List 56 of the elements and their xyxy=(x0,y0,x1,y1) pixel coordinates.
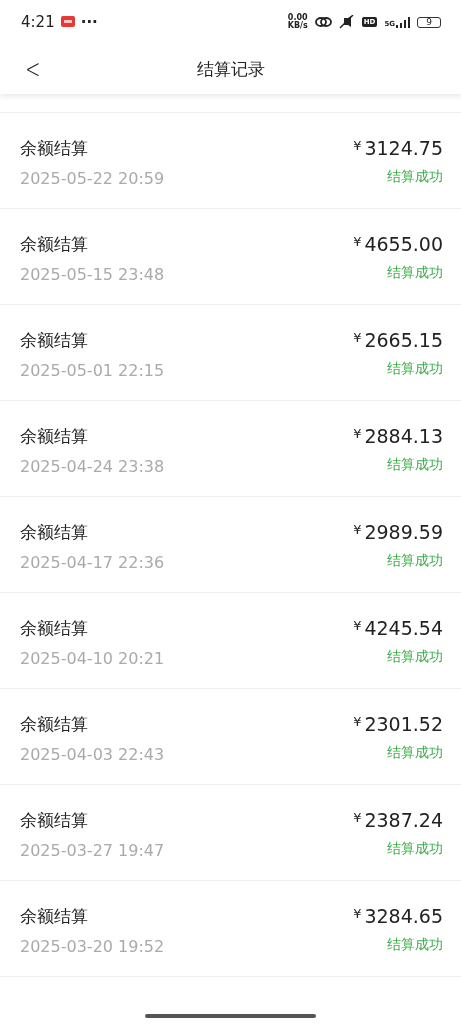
record-title: 余额结算 xyxy=(20,329,89,352)
app-notification-icon xyxy=(60,15,75,29)
record-title: 余额结算 xyxy=(20,425,89,448)
record-amount: ¥4245.54 xyxy=(353,617,443,639)
record-amount: ¥2989.59 xyxy=(353,521,443,543)
record-title: 余额结算 xyxy=(20,137,89,160)
record-time: 2025-04-24 23:38 xyxy=(20,457,165,476)
page-title: 结算记录 xyxy=(196,57,265,81)
record-status: 结算成功 xyxy=(387,168,443,186)
record-row[interactable]: 余额结算 2025-03-27 19:47 ¥2387.24 结算成功 xyxy=(0,785,461,881)
link-icon xyxy=(314,16,332,28)
record-time: 2025-03-20 19:52 xyxy=(20,937,165,956)
record-row[interactable]: 余额结算 2025-03-20 19:52 ¥3284.65 结算成功 xyxy=(0,881,461,977)
record-status: 结算成功 xyxy=(387,360,443,378)
record-amount: ¥2301.52 xyxy=(353,713,443,735)
record-row[interactable]: 余额结算 2025-04-17 22:36 ¥2989.59 结算成功 xyxy=(0,497,461,593)
record-row[interactable]: 余额结算 2025-04-03 22:43 ¥2301.52 结算成功 xyxy=(0,689,461,785)
record-row[interactable]: 余额结算 2025-05-22 20:59 ¥3124.75 结算成功 xyxy=(0,113,461,209)
more-notifications: ··· xyxy=(80,13,98,31)
record-amount: ¥2884.13 xyxy=(353,425,443,447)
record-amount: ¥3124.75 xyxy=(353,137,443,159)
record-row[interactable]: 余额结算 2025-05-01 22:15 ¥2665.15 结算成功 xyxy=(0,305,461,401)
back-button[interactable]: < xyxy=(22,54,44,84)
mute-icon xyxy=(338,15,355,29)
record-amount: ¥3284.65 xyxy=(353,905,443,927)
network-speed: 0.00 KB/s xyxy=(287,14,308,30)
record-row[interactable]: 余额结算 2025-04-10 20:21 ¥4245.54 结算成功 xyxy=(0,593,461,689)
record-status: 结算成功 xyxy=(387,552,443,570)
record-time: 2025-04-10 20:21 xyxy=(20,649,165,668)
record-time: 2025-05-22 20:59 xyxy=(20,169,165,188)
record-status: 结算成功 xyxy=(387,744,443,762)
record-status: 结算成功 xyxy=(387,840,443,858)
record-row[interactable]: 余额结算 2025-05-15 23:48 ¥4655.00 结算成功 xyxy=(0,209,461,305)
record-title: 余额结算 xyxy=(20,905,89,928)
clock: 4:21 xyxy=(21,13,55,31)
record-time: 2025-04-03 22:43 xyxy=(20,745,165,764)
record-status: 结算成功 xyxy=(387,264,443,282)
record-row[interactable]: 余额结算 2025-04-24 23:38 ¥2884.13 结算成功 xyxy=(0,401,461,497)
record-title: 余额结算 xyxy=(20,617,89,640)
record-time: 2025-04-17 22:36 xyxy=(20,553,165,572)
record-title: 余额结算 xyxy=(20,521,89,544)
home-indicator[interactable] xyxy=(145,1014,316,1018)
record-status: 结算成功 xyxy=(387,648,443,666)
record-title: 余额结算 xyxy=(20,809,89,832)
record-title: 余额结算 xyxy=(20,713,89,736)
record-time: 2025-05-01 22:15 xyxy=(20,361,165,380)
record-time: 2025-05-15 23:48 xyxy=(20,265,165,284)
record-status: 结算成功 xyxy=(387,936,443,954)
record-time: 2025-03-27 19:47 xyxy=(20,841,165,860)
record-amount: ¥2665.15 xyxy=(353,329,443,351)
record-title: 余额结算 xyxy=(20,233,89,256)
signal-icon xyxy=(396,16,410,28)
battery-indicator: 9 xyxy=(417,16,441,28)
record-status: 结算成功 xyxy=(387,456,443,474)
record-amount: ¥2387.24 xyxy=(353,809,443,831)
record-amount: ¥4655.00 xyxy=(353,233,443,255)
